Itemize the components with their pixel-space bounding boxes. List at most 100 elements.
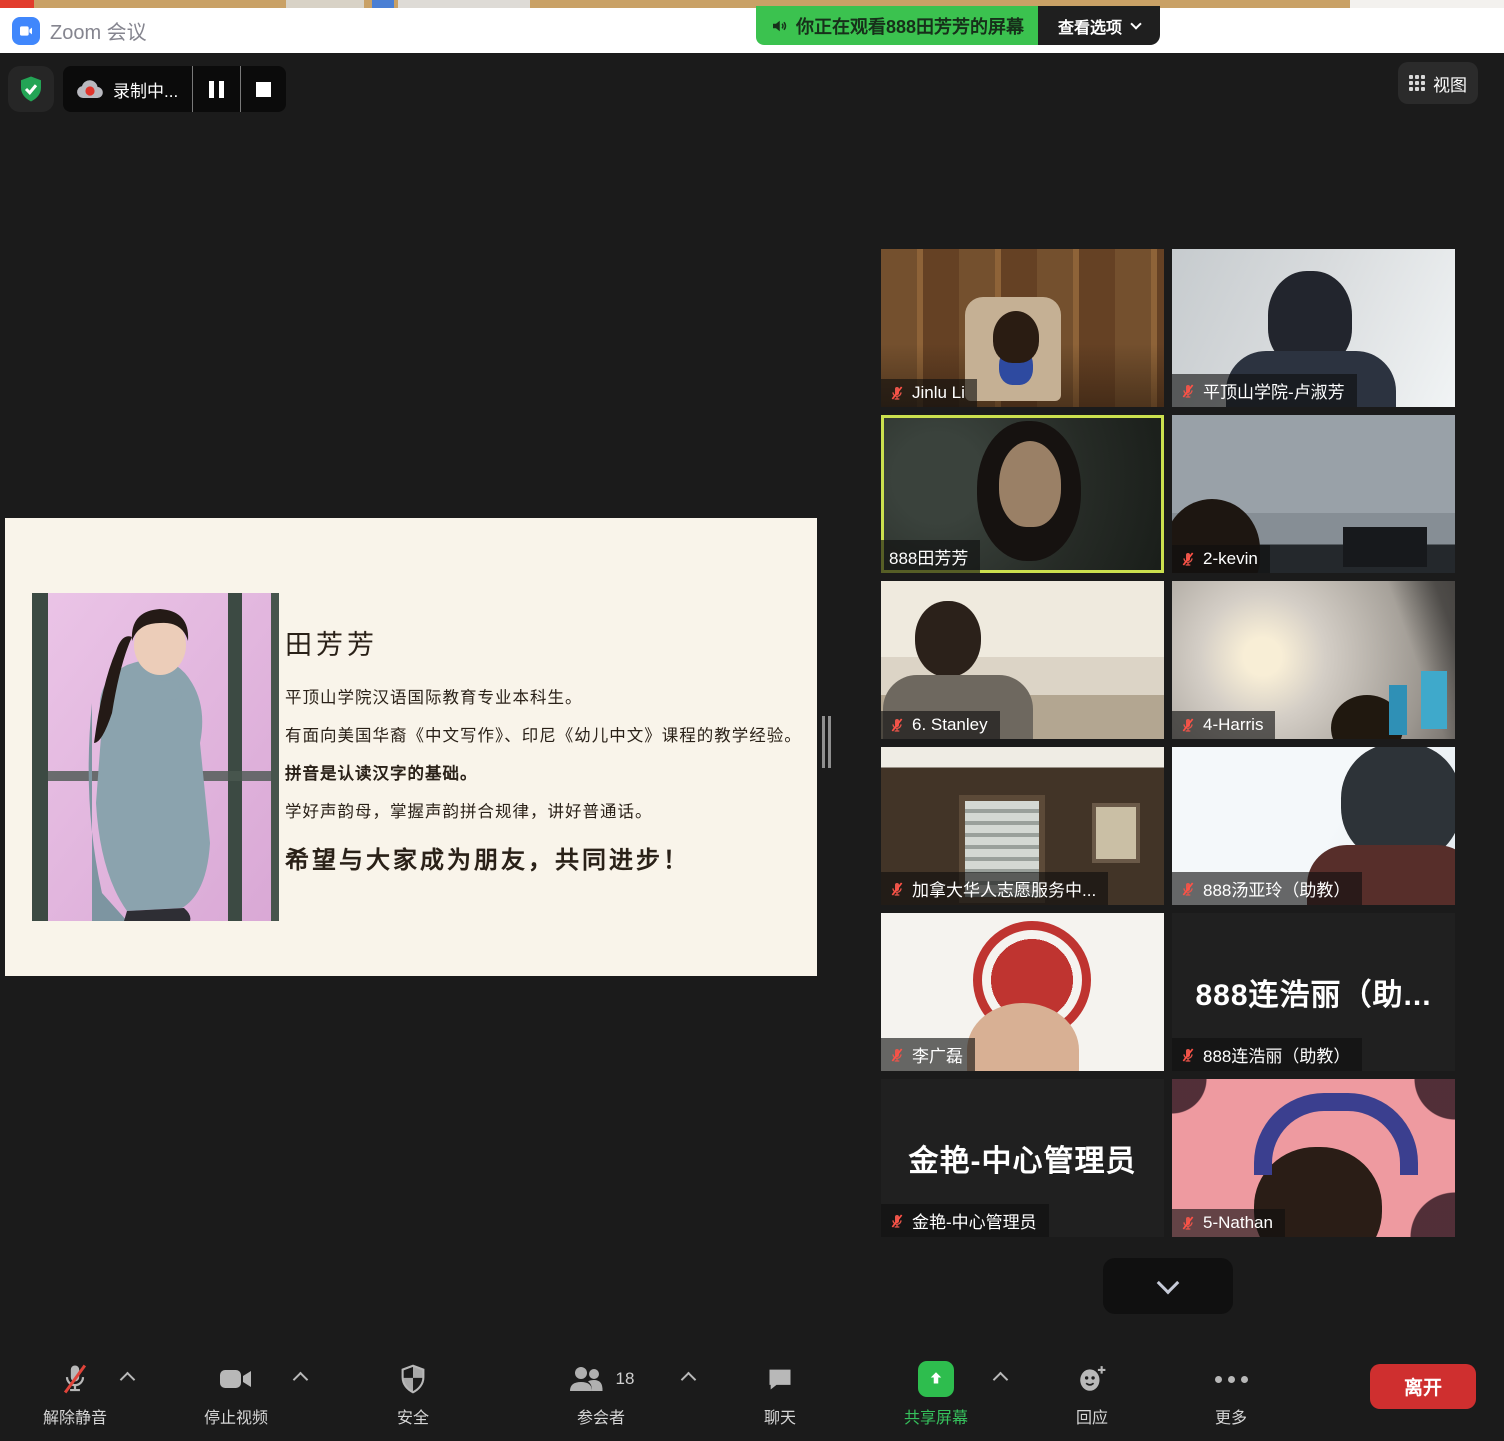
stop-recording-button[interactable] [241,66,286,112]
mic-muted-icon [60,1362,90,1396]
security-button[interactable]: 安全 [346,1362,480,1428]
recording-indicator: 录制中... [63,66,286,112]
mic-muted-icon [889,717,905,733]
chat-icon [766,1362,794,1396]
slide-line: 有面向美国华裔《中文写作》、印尼《幼儿中文》课程的教学经验。 [285,722,805,746]
share-screen-label: 共享屏幕 [904,1404,968,1428]
participant-tile[interactable]: 加拿大华人志愿服务中... [881,747,1164,905]
zoom-meeting-window: Zoom 会议 你正在观看888田芳芳的屏幕 查看选项 录制中... [0,0,1504,1441]
participant-name: 888田芳芳 [889,544,968,569]
grid-view-icon [1409,75,1425,91]
participant-name-tag: 4-Harris [1172,711,1275,739]
panel-resize-handle[interactable] [822,716,831,768]
recording-label: 录制中... [105,66,192,112]
participants-count: 18 [616,1369,635,1389]
chat-button[interactable]: 聊天 [713,1362,847,1428]
participant-tile[interactable]: 李广磊 [881,913,1164,1071]
participant-name-tag: Jinlu Li [881,379,977,407]
more-icon [1212,1362,1251,1396]
camera-icon [219,1362,253,1396]
slide-line: 学好声韵母，掌握声韵拼合规律，讲好普通话。 [285,798,805,822]
slide-line: 平顶山学院汉语国际教育专业本科生。 [285,684,805,708]
participant-name: 888汤亚玲（助教） [1203,876,1350,901]
teacher-photo [32,593,279,921]
mic-muted-icon [1180,717,1196,733]
view-options-label: 查看选项 [1058,14,1122,38]
participant-name-tag: 888田芳芳 [881,540,980,573]
chevron-down-icon [1130,18,1141,29]
participant-tile[interactable]: 平顶山学院-卢淑芳 [1172,249,1455,407]
participants-button[interactable]: 18 参会者 [516,1362,686,1428]
stop-icon [256,82,271,97]
reactions-label: 回应 [1076,1404,1108,1428]
share-screen-button[interactable]: 共享屏幕 [869,1362,1003,1428]
participant-name-tag: 888汤亚玲（助教） [1172,872,1362,905]
app-title: Zoom 会议 [50,16,147,45]
participant-tile[interactable]: 2-kevin [1172,415,1455,573]
slide-text: 田芳芳 平顶山学院汉语国际教育专业本科生。 有面向美国华裔《中文写作》、印尼《幼… [285,623,805,875]
shared-screen-slide: 田芳芳 平顶山学院汉语国际教育专业本科生。 有面向美国华裔《中文写作》、印尼《幼… [5,518,817,976]
zoom-logo-icon [12,17,40,45]
participant-name-tag: 2-kevin [1172,545,1270,573]
slide-highlight: 希望与大家成为朋友，共同进步！ [285,840,805,875]
security-badge-button[interactable] [8,66,54,112]
background-window-gray-segment [398,0,530,8]
stop-video-label: 停止视频 [204,1404,268,1428]
slide-line: 拼音是认读汉字的基础。 [285,760,805,784]
participant-tile[interactable]: 888汤亚玲（助教） [1172,747,1455,905]
participant-name-tag: 平顶山学院-卢淑芳 [1172,374,1357,407]
view-options-button[interactable]: 查看选项 [1038,6,1160,45]
unmute-button[interactable]: 解除静音 [8,1362,142,1428]
participant-name: 5-Nathan [1203,1213,1273,1233]
participant-tile[interactable]: 5-Nathan [1172,1079,1455,1237]
participant-name-tag: 888连浩丽（助教） [1172,1038,1362,1071]
chevron-down-icon [1157,1271,1180,1294]
cloud-recording-icon [63,66,105,112]
shield-icon [399,1362,427,1396]
mic-muted-icon [1180,1215,1196,1231]
participant-tile[interactable]: 888田芳芳 [881,415,1164,573]
participant-name-tag: 6. Stanley [881,711,1000,739]
more-button[interactable]: 更多 [1164,1362,1298,1428]
watching-banner-text-area: 你正在观看888田芳芳的屏幕 [756,6,1038,45]
security-shield-icon [16,74,46,104]
chat-label: 聊天 [764,1404,796,1428]
share-screen-icon [918,1362,954,1396]
participant-tile[interactable]: 金艳-中心管理员 金艳-中心管理员 [881,1079,1164,1237]
background-window-strip [0,0,1504,8]
mic-muted-icon [889,881,905,897]
participant-name-tag: 李广磊 [881,1038,975,1071]
reactions-button[interactable]: 回应 [1025,1362,1159,1428]
view-layout-button[interactable]: 视图 [1398,62,1478,104]
collapse-grid-button[interactable] [1103,1258,1233,1314]
background-window-blue-segment [372,0,394,8]
slide-title: 田芳芳 [285,623,805,662]
pause-icon [209,81,224,98]
background-window-white-segment [1350,0,1504,8]
participant-tile[interactable]: 888连浩丽（助... 888连浩丽（助教） [1172,913,1455,1071]
participant-name: 2-kevin [1203,549,1258,569]
background-window-light-segment [286,0,364,8]
mic-muted-icon [1180,383,1196,399]
leave-button[interactable]: 离开 [1370,1364,1476,1409]
background-window-red-segment [0,0,34,8]
pause-recording-button[interactable] [193,66,240,112]
mic-muted-icon [889,1213,905,1229]
participants-label: 参会者 [577,1404,625,1428]
watching-banner-label: 你正在观看888田芳芳的屏幕 [796,13,1024,39]
participant-name: 6. Stanley [912,715,988,735]
participant-name: 888连浩丽（助教） [1203,1042,1350,1067]
security-label: 安全 [397,1404,429,1428]
more-label: 更多 [1215,1404,1247,1428]
participant-name: 加拿大华人志愿服务中... [912,876,1096,901]
mic-muted-icon [889,1047,905,1063]
view-label: 视图 [1433,71,1467,96]
participant-tile[interactable]: Jinlu Li [881,249,1164,407]
participant-tile[interactable]: 4-Harris [1172,581,1455,739]
participant-tile[interactable]: 6. Stanley [881,581,1164,739]
participant-name: 金艳-中心管理员 [912,1208,1037,1233]
mic-muted-icon [889,385,905,401]
stop-video-button[interactable]: 停止视频 [169,1362,303,1428]
participant-grid: Jinlu Li 平顶山学院-卢淑芳 888田芳芳 [881,249,1455,1237]
reactions-icon [1077,1362,1107,1396]
